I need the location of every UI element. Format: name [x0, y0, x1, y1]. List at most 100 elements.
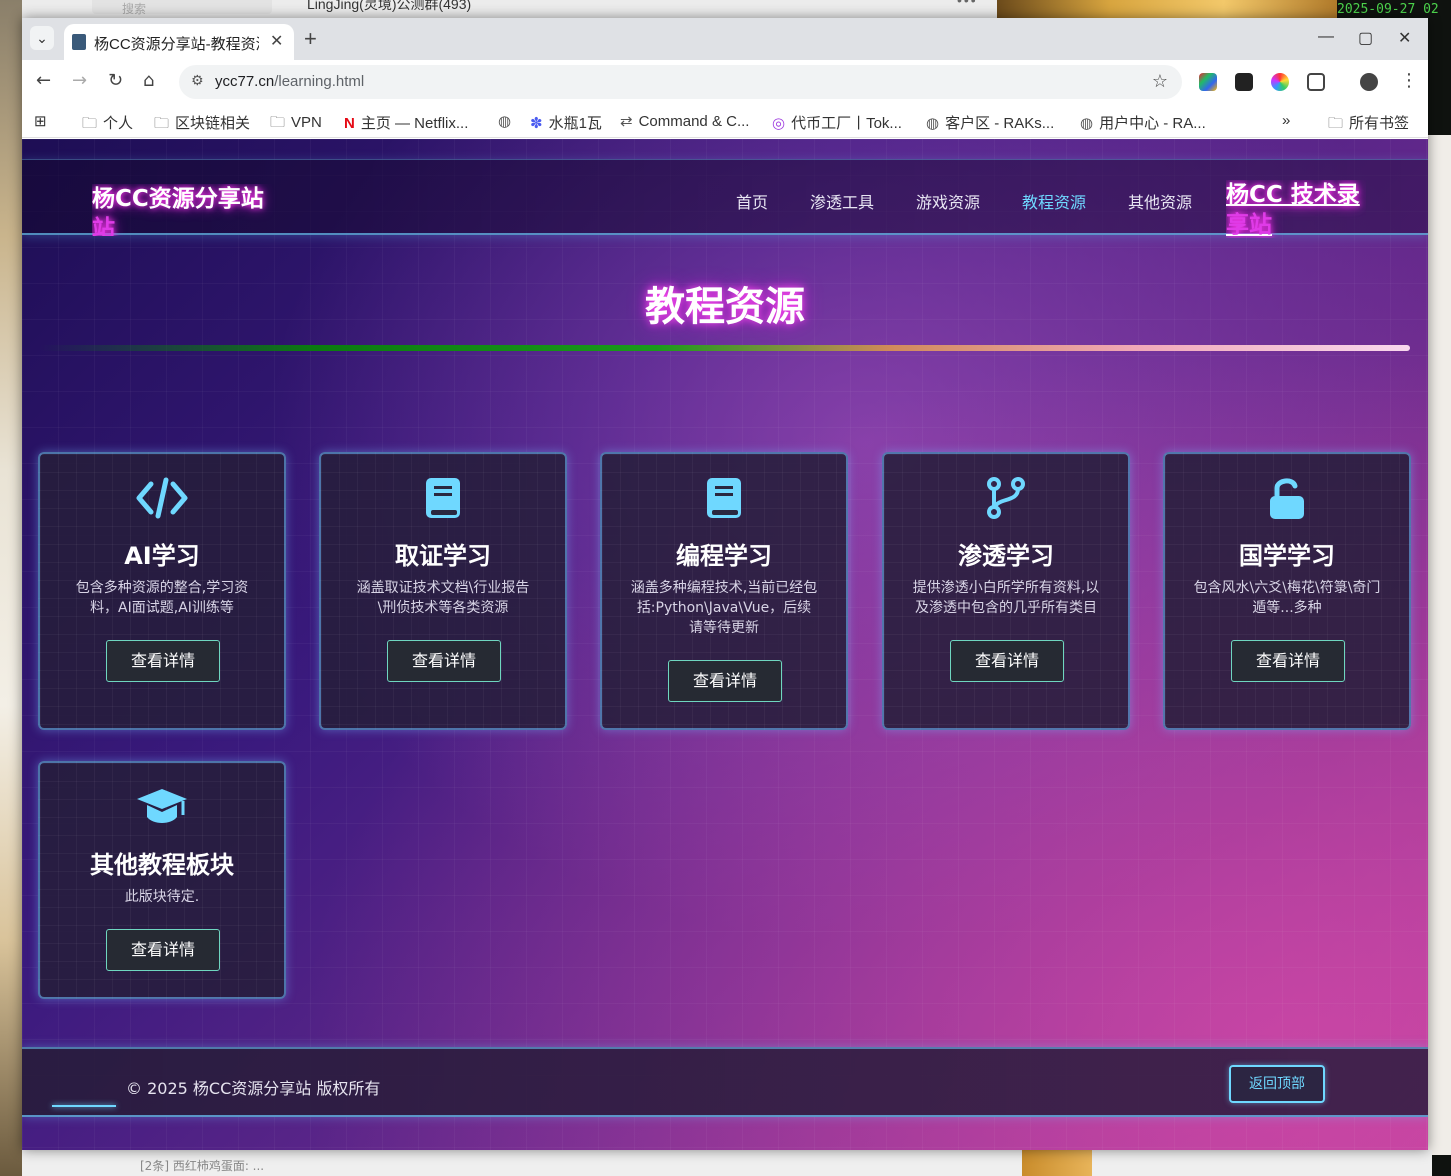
- view-details-button[interactable]: 查看详情: [387, 640, 501, 682]
- card-pentest: 渗透学习 提供渗透小白所学所有资料,以及渗透中包含的几乎所有类目 查看详情: [882, 452, 1130, 730]
- footer-copyright: © 2025 杨CC资源分享站 版权所有: [126, 1079, 381, 1098]
- bookmark-star-icon[interactable]: ☆: [1152, 71, 1168, 92]
- card-forensics: 取证学习 涵盖取证技术文档\行业报告\刑侦技术等各类资源 查看详情: [319, 452, 567, 730]
- profile-avatar[interactable]: [1360, 73, 1378, 91]
- new-tab-button[interactable]: +: [304, 26, 317, 52]
- desktop-wallpaper-right: [997, 0, 1337, 20]
- globe-icon: ◍: [498, 113, 512, 130]
- token-icon: ◎: [772, 115, 786, 132]
- card-ai: AI学习 包含多种资源的整合,学习资料，AI面试题,AI训练等 查看详情: [38, 452, 286, 730]
- apps-icon[interactable]: ⊞: [34, 112, 47, 130]
- card-description: 涵盖取证技术文档\行业报告\刑侦技术等各类资源: [356, 580, 530, 616]
- all-bookmarks[interactable]: 🗀 所有书签: [1328, 112, 1409, 138]
- card-description: 涵盖多种编程技术,当前已经包括:Python\Java\Vue，后续请等待更新: [630, 580, 818, 636]
- card-guoxue: 国学学习 包含风水\六爻\梅花\符箓\奇门遁等...多种 查看详情: [1163, 452, 1411, 730]
- extensions-puzzle-icon[interactable]: [1307, 73, 1325, 91]
- bookmark-item[interactable]: 🗀 VPN: [270, 112, 322, 137]
- extension-icon[interactable]: [1271, 73, 1289, 91]
- card-description: 此版块待定.: [124, 889, 200, 905]
- page-title: 教程资源: [645, 284, 805, 330]
- view-details-button[interactable]: 查看详情: [668, 660, 782, 702]
- extension-icon[interactable]: [1235, 73, 1253, 91]
- tab-search-button[interactable]: ⌄: [30, 26, 54, 50]
- background-chat-item: [2条] 西红柿鸡蛋面: ...: [140, 1159, 265, 1173]
- nav-home[interactable]: 首页: [736, 189, 768, 213]
- url-text[interactable]: ycc77.cn/learning.html: [215, 73, 364, 90]
- card-title: 其他教程板块: [90, 851, 234, 879]
- code-branch-icon: [884, 476, 1128, 522]
- url-path: /learning.html: [274, 73, 365, 90]
- card-description: 包含多种资源的整合,学习资料，AI面试题,AI训练等: [75, 580, 249, 616]
- minimize-icon[interactable]: —: [1318, 28, 1334, 46]
- view-details-button[interactable]: 查看详情: [950, 640, 1064, 682]
- card-title: AI学习: [124, 542, 200, 570]
- bookmark-item[interactable]: ◍ 用户中心 - RA...: [1080, 112, 1206, 133]
- graduation-cap-icon: [40, 785, 284, 831]
- browser-toolbar: ← → ↻ ⌂ ⚙ ycc77.cn/learning.html ☆ ⋮: [22, 60, 1428, 104]
- card-title: 国学学习: [1239, 542, 1335, 570]
- folder-icon: 🗀: [154, 115, 170, 132]
- bookmark-item[interactable]: ◎ 代币工厂丨Tok...: [772, 112, 902, 133]
- netflix-icon: N: [344, 115, 355, 132]
- background-group-title: LingJing(灵境)公测群(493): [307, 0, 472, 12]
- browser-window: ⌄ 杨CC资源分享站-教程资源 ✕ + — ▢ ✕ ← → ↻ ⌂ ⚙ ycc7…: [22, 18, 1428, 1150]
- book-icon: [602, 476, 846, 522]
- home-icon[interactable]: ⌂: [143, 70, 154, 91]
- forward-icon[interactable]: →: [72, 70, 87, 91]
- url-domain: ycc77.cn: [215, 73, 275, 90]
- reload-icon[interactable]: ↻: [108, 70, 123, 91]
- site-header: 杨CC资源分享站 站 首页 渗透工具 游戏资源 教程资源 其他资源 杨CC 技术…: [22, 159, 1428, 238]
- site-info-icon[interactable]: ⚙: [191, 73, 204, 89]
- back-icon[interactable]: ←: [36, 70, 51, 91]
- card-title: 取证学习: [395, 542, 491, 570]
- page-viewport: 杨CC资源分享站 站 首页 渗透工具 游戏资源 教程资源 其他资源 杨CC 技术…: [22, 139, 1428, 1150]
- active-tab[interactable]: 杨CC资源分享站-教程资源 ✕: [64, 24, 294, 60]
- nav-brand-link[interactable]: 杨CC 技术录 享站: [1226, 180, 1366, 238]
- extension-icon[interactable]: [1199, 73, 1217, 91]
- site-logo[interactable]: 杨CC资源分享站 站: [92, 184, 282, 236]
- tab-title: 杨CC资源分享站-教程资源: [94, 36, 259, 53]
- background-chat-window: 搜索 LingJing(灵境)公测群(493) •••: [22, 0, 997, 20]
- close-window-icon[interactable]: ✕: [1398, 28, 1411, 48]
- nav-pentest-tools[interactable]: 渗透工具: [810, 189, 874, 213]
- globe-icon: ◍: [1080, 115, 1094, 132]
- view-details-button[interactable]: 查看详情: [1231, 640, 1345, 682]
- bookmark-item[interactable]: ◍ 客户区 - RAKs...: [926, 112, 1054, 133]
- more-icon: •••: [957, 0, 978, 8]
- background-panel: [1427, 135, 1451, 1155]
- bookmark-item[interactable]: ⇄ Command & C...: [620, 112, 749, 130]
- background-image: [1022, 1150, 1092, 1176]
- folder-icon: 🗀: [270, 114, 286, 131]
- card-description: 包含风水\六爻\梅花\符箓\奇门遁等...多种: [1193, 580, 1381, 616]
- background-chat-bottom: [2条] 西红柿鸡蛋面: ...: [22, 1150, 1432, 1176]
- book-icon: [321, 476, 565, 522]
- title-underline: [40, 345, 1410, 351]
- nav-other-resources[interactable]: 其他资源: [1128, 189, 1192, 213]
- site-favicon-icon: [72, 34, 86, 50]
- address-bar[interactable]: ⚙ ycc77.cn/learning.html ☆: [179, 65, 1182, 99]
- view-details-button[interactable]: 查看详情: [106, 640, 220, 682]
- bookmark-item[interactable]: N 主页 — Netflix...: [344, 112, 468, 133]
- desktop-wallpaper-left: [0, 0, 22, 1176]
- nav-game-resources[interactable]: 游戏资源: [916, 189, 980, 213]
- view-details-button[interactable]: 查看详情: [106, 929, 220, 971]
- terminal-timestamp: 2025-09-27 02: [1337, 2, 1439, 17]
- folder-icon: 🗀: [1328, 115, 1344, 132]
- bookmark-item[interactable]: ◍: [498, 112, 517, 130]
- background-search: 搜索: [92, 0, 272, 16]
- menu-icon[interactable]: ⋮: [1400, 70, 1418, 91]
- paw-icon: ✽: [530, 115, 543, 132]
- card-title: 编程学习: [676, 542, 772, 570]
- tab-strip: ⌄ 杨CC资源分享站-教程资源 ✕ + — ▢ ✕: [22, 18, 1428, 60]
- command-icon: ⇄: [620, 113, 633, 130]
- maximize-icon[interactable]: ▢: [1358, 28, 1373, 48]
- footer-glow-line: [52, 1105, 116, 1107]
- bookmark-item[interactable]: 🗀 区块链相关: [154, 112, 250, 138]
- nav-tutorial-resources[interactable]: 教程资源: [1022, 189, 1086, 213]
- bookmark-item[interactable]: ✽ 水瓶1瓦: [530, 112, 602, 133]
- close-tab-icon[interactable]: ✕: [270, 31, 283, 51]
- bookmarks-overflow-icon[interactable]: »: [1282, 112, 1290, 129]
- bookmark-item[interactable]: 🗀 个人: [82, 112, 133, 138]
- back-to-top-button[interactable]: 返回顶部: [1229, 1065, 1325, 1103]
- card-description: 提供渗透小白所学所有资料,以及渗透中包含的几乎所有类目: [912, 580, 1100, 616]
